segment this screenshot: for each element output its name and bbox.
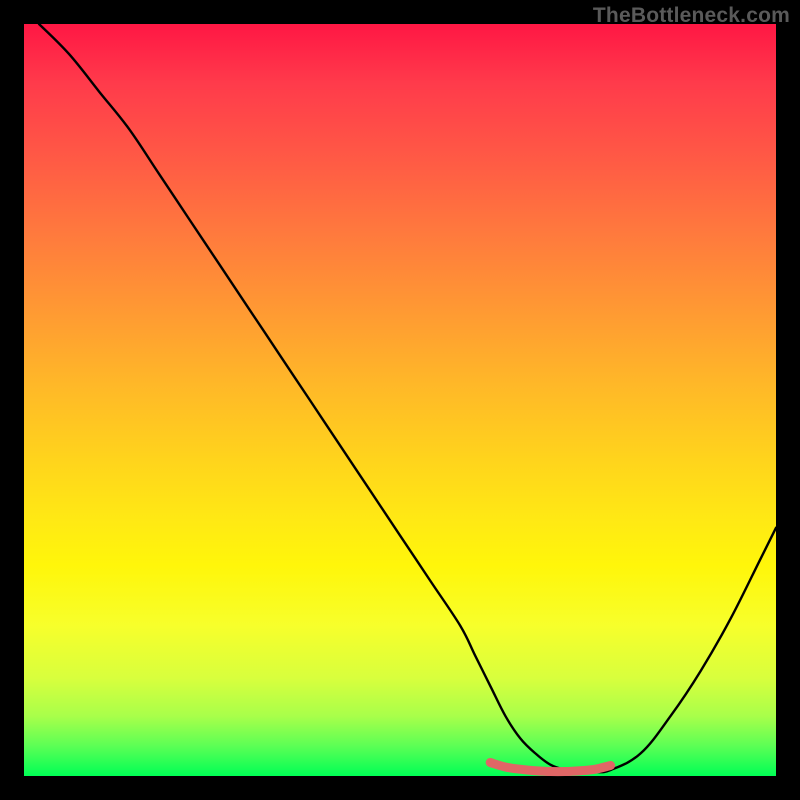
bottleneck-curve <box>39 24 776 773</box>
watermark-text: TheBottleneck.com <box>593 4 790 28</box>
chart-curve-layer <box>24 24 776 776</box>
chart-frame <box>24 24 776 776</box>
